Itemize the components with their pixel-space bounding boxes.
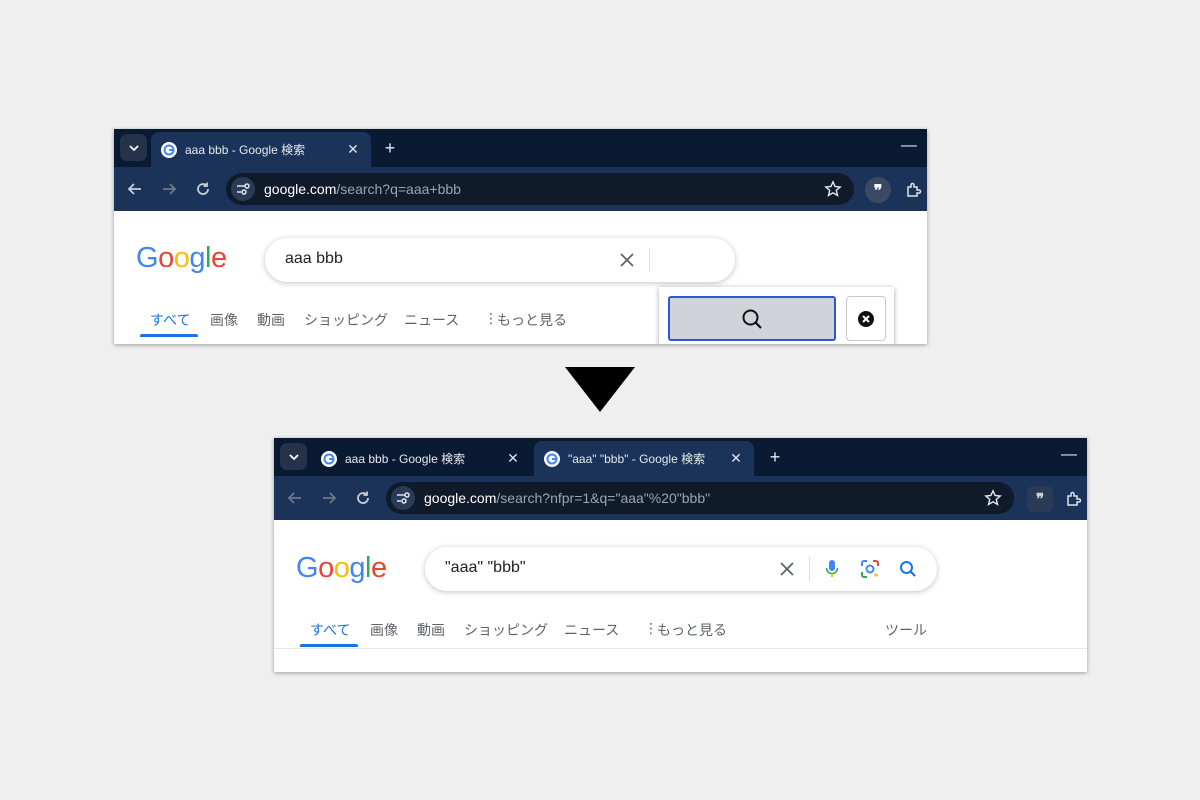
star-icon[interactable] [824, 180, 842, 203]
site-settings-icon[interactable] [391, 486, 415, 510]
tab-close-icon[interactable]: ✕ [728, 450, 744, 467]
tab-news[interactable]: ニュース [404, 310, 459, 330]
tab-close-icon[interactable]: ✕ [345, 141, 361, 158]
google-logo[interactable]: Google [136, 242, 227, 275]
tab-videos[interactable]: 動画 [257, 310, 285, 330]
tab-google-search[interactable]: aaa bbb - Google 検索 ✕ [151, 132, 371, 167]
search-divider [649, 248, 650, 272]
top-browser-window: aaa bbb - Google 検索 ✕ + — google.com/sea… [114, 129, 927, 344]
minimize-button[interactable]: — [1061, 446, 1077, 464]
tab-title: aaa bbb - Google 検索 [185, 143, 306, 157]
google-favicon [321, 450, 337, 467]
tools-button[interactable]: ツール [885, 620, 927, 640]
tab-strip: aaa bbb - Google 検索 ✕ + — [114, 129, 927, 167]
more-dots-icon[interactable]: ⋮ [484, 310, 498, 327]
google-favicon [544, 450, 560, 467]
new-tab-button[interactable]: + [379, 137, 401, 159]
search-box[interactable]: aaa bbb [265, 238, 735, 282]
tab-videos[interactable]: 動画 [417, 620, 445, 640]
toolbar: google.com/search?q=aaa+bbb ❞ [114, 167, 927, 211]
chevron-down-icon [288, 453, 299, 460]
star-icon[interactable] [984, 489, 1002, 512]
popup-search-button[interactable] [668, 296, 836, 341]
puzzle-extension-icon[interactable] [901, 177, 927, 203]
selected-tab-indicator [300, 644, 358, 647]
tab-shopping[interactable]: ショッピング [464, 620, 548, 640]
back-arrow-icon[interactable] [284, 487, 306, 509]
search-icon[interactable] [897, 558, 919, 580]
search-box[interactable]: "aaa" "bbb" [425, 547, 937, 591]
reload-icon[interactable] [352, 487, 374, 509]
tab-google-search-1[interactable]: aaa bbb - Google 検索 ✕ [311, 441, 531, 476]
lens-icon[interactable] [859, 558, 881, 580]
tab-search-button[interactable] [280, 443, 307, 470]
search-query[interactable]: "aaa" "bbb" [445, 559, 526, 577]
forward-arrow-icon[interactable] [318, 487, 340, 509]
clear-icon[interactable] [776, 558, 798, 580]
tab-google-search-2[interactable]: "aaa" "bbb" - Google 検索 ✕ [534, 441, 754, 476]
puzzle-extension-icon[interactable] [1061, 486, 1087, 512]
site-settings-icon[interactable] [231, 177, 255, 201]
bottom-browser-window: aaa bbb - Google 検索 ✕ "aaa" "bbb" - Goog… [274, 438, 1087, 672]
down-arrow-indicator [565, 367, 635, 412]
new-tab-button[interactable]: + [764, 446, 786, 468]
search-icon [742, 309, 762, 329]
address-bar[interactable]: google.com/search?q=aaa+bbb [226, 173, 854, 205]
tab-images[interactable]: 画像 [210, 310, 238, 330]
url-text: google.com/search?nfpr=1&q="aaa"%20"bbb" [424, 490, 711, 506]
chevron-down-icon [128, 144, 139, 151]
popup-clear-button[interactable] [846, 296, 886, 341]
tab-more[interactable]: もっと見る [657, 620, 727, 640]
address-bar[interactable]: google.com/search?nfpr=1&q="aaa"%20"bbb" [386, 482, 1014, 514]
google-favicon [161, 141, 177, 158]
toolbar: google.com/search?nfpr=1&q="aaa"%20"bbb"… [274, 476, 1087, 520]
tab-images[interactable]: 画像 [370, 620, 398, 640]
quote-extension-icon[interactable]: ❞ [865, 177, 891, 203]
forward-arrow-icon[interactable] [158, 178, 180, 200]
tab-title: "aaa" "bbb" - Google 検索 [568, 452, 706, 466]
tab-title: aaa bbb - Google 検索 [345, 452, 466, 466]
minimize-button[interactable]: — [901, 137, 917, 155]
tab-news[interactable]: ニュース [564, 620, 619, 640]
mic-icon[interactable] [821, 558, 843, 580]
quote-extension-icon[interactable]: ❞ [1027, 486, 1053, 512]
tab-more[interactable]: もっと見る [497, 310, 567, 330]
search-nav: すべて 画像 動画 ショッピング ニュース ⋮ もっと見る [114, 310, 714, 330]
search-divider [809, 557, 810, 581]
tab-all[interactable]: すべて [150, 310, 190, 330]
search-query[interactable]: aaa bbb [285, 250, 343, 268]
more-dots-icon[interactable]: ⋮ [644, 620, 658, 637]
nav-divider [274, 648, 1087, 649]
search-nav: すべて 画像 動画 ショッピング ニュース ⋮ もっと見る ツール [274, 620, 974, 640]
google-logo[interactable]: Google [296, 552, 387, 585]
tab-search-button[interactable] [120, 134, 147, 161]
extension-popup: aaa bbb [659, 287, 894, 344]
tab-shopping[interactable]: ショッピング [304, 310, 388, 330]
url-text: google.com/search?q=aaa+bbb [264, 181, 461, 197]
back-arrow-icon[interactable] [124, 178, 146, 200]
selected-tab-indicator [140, 334, 198, 337]
tab-strip: aaa bbb - Google 検索 ✕ "aaa" "bbb" - Goog… [274, 438, 1087, 476]
tab-close-icon[interactable]: ✕ [505, 450, 521, 467]
close-circle-icon [858, 310, 874, 327]
clear-icon[interactable] [616, 249, 638, 271]
reload-icon[interactable] [192, 178, 214, 200]
tab-all[interactable]: すべて [310, 620, 350, 640]
